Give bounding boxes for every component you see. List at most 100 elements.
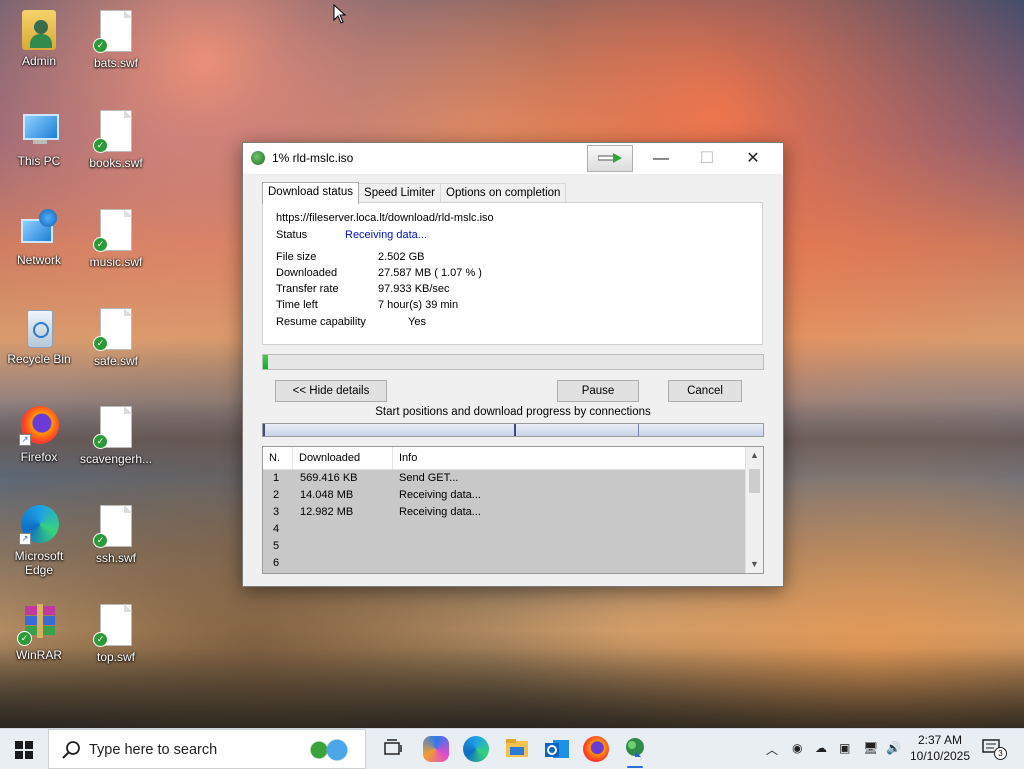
download-status-panel: https://fileserver.loca.lt/download/rld-… [262, 202, 763, 345]
column-header-number[interactable]: N. [263, 447, 293, 469]
task-view-icon[interactable] [379, 735, 407, 763]
tab-speed-limiter[interactable]: Speed Limiter [358, 183, 441, 203]
row-number: 3 [273, 506, 280, 518]
notification-center-button[interactable]: 3 [982, 739, 1007, 760]
sync-check-icon: ✓ [93, 632, 108, 647]
onedrive-icon[interactable]: ☁ [815, 741, 827, 755]
table-row[interactable]: 5 [263, 538, 746, 555]
row-downloaded: 14.048 MB [300, 489, 354, 501]
desktop-icon-label: WinRAR [15, 648, 62, 662]
taskbar-search-box[interactable]: Type here to search [48, 729, 366, 769]
search-icon [62, 741, 80, 759]
webcam-icon[interactable]: ◉ [792, 741, 802, 755]
maximize-button[interactable]: ☐ [684, 143, 730, 174]
copilot-icon[interactable] [423, 736, 449, 762]
table-row[interactable]: 3 12.982 MB Receiving data... [263, 504, 746, 521]
scroll-down-icon[interactable]: ▼ [746, 556, 763, 573]
taskbar-clock[interactable]: 2:37 AM 10/10/2025 [902, 732, 978, 764]
desktop-icon-label: Firefox [20, 450, 58, 464]
desktop-icon-top-swf[interactable]: ✓ top.swf [80, 604, 152, 664]
sync-check-icon: ✓ [93, 434, 108, 449]
firefox-icon: ↗ [19, 406, 59, 446]
edge-taskbar-icon[interactable] [463, 736, 489, 762]
time-left-value: 7 hour(s) 39 min [378, 299, 459, 311]
desktop-icon-recycle-bin[interactable]: Recycle Bin [3, 308, 75, 366]
tab-strip: Download status Speed Limiter Options on c… [262, 182, 567, 204]
file-icon: ✓ [93, 110, 132, 153]
desktop-icon-label: music.swf [89, 255, 143, 269]
desktop-icon-winrar[interactable]: ✓ WinRAR [3, 604, 75, 662]
row-info: Send GET... [399, 472, 459, 484]
user-folder-icon [22, 10, 56, 50]
window-titlebar[interactable]: 1% rld-mslc.iso — ☐ ✕ [243, 143, 783, 174]
minimize-to-tray-button[interactable] [587, 145, 633, 172]
connection-start-marker [263, 424, 265, 436]
desktop-icon-ssh-swf[interactable]: ✓ ssh.swf [80, 505, 152, 565]
desktop-icon-network[interactable]: Network [3, 209, 75, 267]
row-downloaded: 569.416 KB [300, 472, 358, 484]
tab-download-status[interactable]: Download status [262, 182, 360, 204]
minimize-button[interactable]: — [638, 143, 684, 174]
desktop-icon-scavengerh[interactable]: ✓ scavengerh... [80, 406, 152, 466]
file-explorer-icon[interactable] [503, 735, 531, 763]
show-hidden-icons-icon[interactable]: ︿ [766, 741, 778, 758]
window-title: 1% rld-mslc.iso [272, 151, 354, 165]
table-scrollbar[interactable]: ▲ ▼ [745, 447, 763, 573]
outlook-icon[interactable] [543, 735, 571, 763]
file-icon: ✓ [93, 505, 132, 548]
row-number: 1 [273, 472, 280, 484]
status-label: Status [276, 229, 308, 241]
sync-check-icon: ✓ [93, 533, 108, 548]
desktop-icon-firefox[interactable]: ↗ Firefox [3, 406, 75, 464]
security-icon[interactable]: ▣ [839, 741, 850, 755]
column-header-info[interactable]: Info [393, 447, 746, 469]
idm-globe-icon [251, 151, 265, 165]
desktop-icon-label: Microsoft Edge [14, 549, 64, 577]
progress-fill [263, 355, 269, 369]
desktop-icon-edge[interactable]: ↗ Microsoft Edge [3, 505, 75, 577]
desktop-icon-label: This PC [17, 154, 61, 168]
tab-options-on-completion[interactable]: Options on completion [440, 183, 567, 203]
downloaded-value: 27.587 MB ( 1.07 % ) [378, 267, 482, 279]
desktop-icon-label: scavengerh... [80, 452, 153, 466]
file-icon: ✓ [93, 308, 132, 351]
time-left-label: Time left [276, 299, 318, 311]
desktop-icon-label: top.swf [96, 650, 135, 664]
table-row[interactable]: 1 569.416 KB Send GET... [263, 470, 746, 487]
desktop-icon-music-swf[interactable]: ✓ music.swf [80, 209, 152, 269]
table-row[interactable]: 6 [263, 555, 746, 572]
start-button[interactable] [0, 729, 48, 769]
sync-check-icon: ✓ [17, 631, 32, 646]
desktop-icon-books-swf[interactable]: ✓ books.swf [80, 110, 152, 170]
idm-taskbar-icon[interactable] [621, 735, 649, 768]
file-icon: ✓ [93, 604, 132, 647]
scroll-up-icon[interactable]: ▲ [746, 447, 763, 464]
column-header-downloaded[interactable]: Downloaded [293, 447, 393, 469]
clock-time: 2:37 AM [917, 733, 963, 747]
close-button[interactable]: ✕ [730, 143, 776, 174]
volume-icon[interactable]: 🔊 [886, 741, 901, 755]
hide-details-button[interactable]: << Hide details [275, 380, 387, 402]
connections-table: N. Downloaded Info 1 569.416 KB Send GET..… [262, 446, 764, 574]
pause-button[interactable]: Pause [557, 380, 639, 402]
desktop-icon-label: Network [16, 253, 61, 267]
desktop-icon-label: ssh.swf [95, 551, 136, 565]
desktop-icon-this-pc[interactable]: This PC [3, 110, 75, 168]
desktop-icon-bats-swf[interactable]: ✓ bats.swf [80, 10, 152, 70]
file-icon: ✓ [93, 406, 132, 449]
taskbar: Type here to search ︿ ◉ ☁ ▣ 🖥 🔊 2:37 AM … [0, 728, 1024, 769]
network-tray-icon[interactable]: 🖥 [863, 741, 878, 755]
desktop-icon-safe-swf[interactable]: ✓ safe.swf [80, 308, 152, 368]
desktop-icon-admin[interactable]: Admin [3, 10, 75, 68]
table-row[interactable]: 4 [263, 521, 746, 538]
file-size-label: File size [276, 251, 317, 263]
sync-check-icon: ✓ [93, 138, 108, 153]
file-icon: ✓ [93, 209, 132, 252]
connections-caption: Start positions and download progress by… [375, 406, 651, 418]
firefox-taskbar-icon[interactable] [583, 736, 609, 762]
table-row[interactable]: 2 14.048 MB Receiving data... [263, 487, 746, 504]
scroll-thumb[interactable] [749, 469, 760, 493]
desktop-icon-label: Recycle Bin [7, 352, 71, 366]
table-header: N. Downloaded Info [263, 447, 763, 470]
cancel-button[interactable]: Cancel [668, 380, 742, 402]
